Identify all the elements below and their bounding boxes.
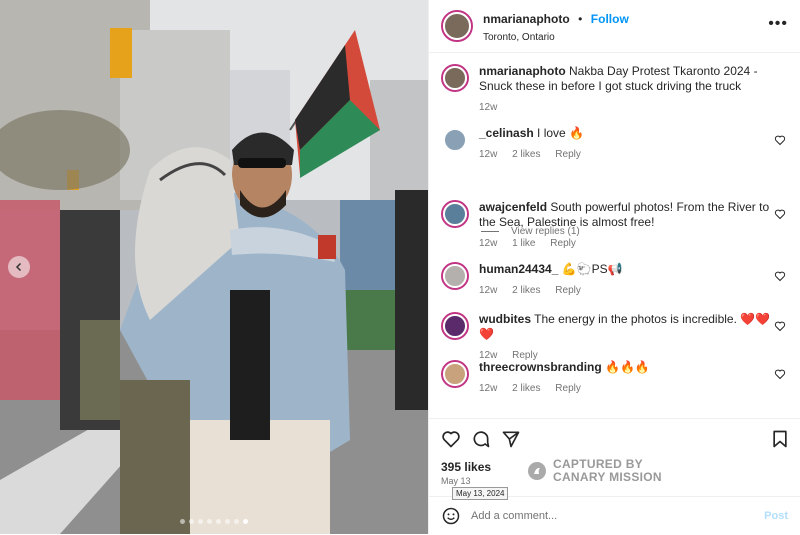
comment-like-icon[interactable] <box>774 368 786 380</box>
likes-count[interactable]: 395 likes <box>441 460 491 474</box>
watermark-line2: CANARY MISSION <box>553 470 662 484</box>
comment-like-icon[interactable] <box>774 270 786 282</box>
commenter-avatar[interactable] <box>441 360 469 388</box>
date-tooltip: May 13, 2024 <box>452 487 509 500</box>
separator-dot: • <box>578 11 583 26</box>
comment-time: 12w <box>479 149 498 160</box>
comment-row: awajcenfeld South powerful photos! From … <box>441 200 792 251</box>
carousel-dot <box>180 519 185 524</box>
follow-button[interactable]: Follow <box>591 12 629 26</box>
photo-image <box>0 0 428 534</box>
author-avatar[interactable] <box>441 10 473 42</box>
comment-likes[interactable]: 2 likes <box>512 285 540 296</box>
caption-username[interactable]: nmarianaphoto <box>479 64 566 78</box>
post-header: nmarianaphoto • Follow Toronto, Ontario … <box>429 0 800 53</box>
comment-like-icon[interactable] <box>774 134 786 146</box>
send-icon[interactable] <box>501 429 521 449</box>
comment-row: wudbites The energy in the photos is inc… <box>441 312 792 363</box>
action-bar <box>429 418 800 459</box>
more-options-icon[interactable]: ••• <box>768 16 788 32</box>
comment-input[interactable]: Add a comment... <box>471 510 764 522</box>
commenter-avatar[interactable] <box>441 312 469 340</box>
caption-time: 12w <box>479 102 498 113</box>
carousel-dot <box>243 519 248 524</box>
comment-time: 12w <box>479 383 498 394</box>
heart-icon[interactable] <box>441 429 461 449</box>
comment-likes[interactable]: 1 like <box>512 238 535 249</box>
author-username[interactable]: nmarianaphoto <box>483 12 570 26</box>
carousel-dot <box>207 519 212 524</box>
chevron-left-icon <box>15 262 22 272</box>
commenter-avatar[interactable] <box>441 200 469 228</box>
post-date[interactable]: May 13 <box>441 476 471 486</box>
commenter-avatar[interactable] <box>441 126 469 154</box>
comment-likes[interactable]: 2 likes <box>512 149 540 160</box>
reply-button[interactable]: Reply <box>555 383 581 394</box>
carousel-dot <box>234 519 239 524</box>
comment-text: I love 🔥 <box>537 126 585 140</box>
comment-row: threecrownsbranding 🔥🔥🔥 12w 2 likes Repl… <box>441 360 792 396</box>
author-avatar[interactable] <box>441 64 469 92</box>
post-side-panel: nmarianaphoto • Follow Toronto, Ontario … <box>428 0 800 534</box>
comments-list[interactable]: nmarianaphoto Nakba Day Protest Tkaronto… <box>429 52 800 418</box>
carousel-dot <box>189 519 194 524</box>
comment-like-icon[interactable] <box>774 320 786 332</box>
carousel-prev-button[interactable] <box>8 256 30 278</box>
reply-button[interactable]: Reply <box>550 238 576 249</box>
comment-time: 12w <box>479 238 498 249</box>
comment-username[interactable]: wudbites <box>479 312 531 326</box>
carousel-dot <box>198 519 203 524</box>
comment-row: _celinash I love 🔥 12w 2 likes Reply <box>441 126 792 162</box>
comment-text: 💪🐑PS📢 <box>561 262 623 276</box>
emoji-icon[interactable] <box>441 506 461 526</box>
bookmark-icon[interactable] <box>770 429 790 449</box>
comment-username[interactable]: threecrownsbranding <box>479 360 602 374</box>
comment-like-icon[interactable] <box>774 208 786 220</box>
carousel-dot <box>216 519 221 524</box>
comment-username[interactable]: human24434_ <box>479 262 558 276</box>
canary-mission-watermark: CAPTURED BY CANARY MISSION <box>527 458 662 484</box>
comment-row: human24434_ 💪🐑PS📢 12w 2 likes Reply <box>441 262 792 298</box>
comment-likes[interactable]: 2 likes <box>512 383 540 394</box>
add-comment-bar: Add a comment... Post <box>429 496 800 535</box>
comment-text: 🔥🔥🔥 <box>605 360 650 374</box>
caption-row: nmarianaphoto Nakba Day Protest Tkaronto… <box>441 64 792 115</box>
comment-time: 12w <box>479 285 498 296</box>
reply-button[interactable]: Reply <box>555 149 581 160</box>
carousel-dot <box>225 519 230 524</box>
canary-logo-icon <box>528 462 546 480</box>
comment-username[interactable]: _celinash <box>479 126 534 140</box>
reply-button[interactable]: Reply <box>555 285 581 296</box>
comment-username[interactable]: awajcenfeld <box>479 200 547 214</box>
post-location[interactable]: Toronto, Ontario <box>483 32 629 43</box>
commenter-avatar[interactable] <box>441 262 469 290</box>
post-comment-button[interactable]: Post <box>764 510 788 522</box>
comment-icon[interactable] <box>471 429 491 449</box>
carousel-indicator <box>0 519 428 524</box>
post-photo[interactable] <box>0 0 428 534</box>
